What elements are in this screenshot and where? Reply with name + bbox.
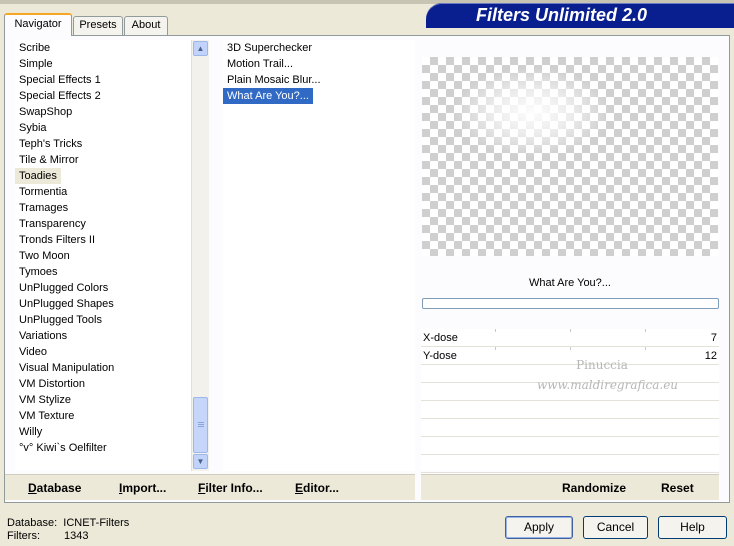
parameter-empty	[421, 419, 719, 437]
category-list[interactable]: Scribe Simple Special Effects 1 Special …	[15, 40, 191, 470]
category-item[interactable]: Two Moon	[15, 248, 74, 264]
parameter-value: 7	[710, 332, 717, 344]
category-item[interactable]: VM Distortion	[15, 376, 89, 392]
category-item[interactable]: SwapShop	[15, 104, 76, 120]
parameter-value: 12	[704, 350, 717, 362]
category-item[interactable]: °v° Kiwi`s Oelfilter	[15, 440, 111, 456]
category-item[interactable]: Teph's Tricks	[15, 136, 86, 152]
category-item[interactable]: Transparency	[15, 216, 90, 232]
parameter-x-dose[interactable]: X-dose 7	[421, 329, 719, 347]
category-item[interactable]: Special Effects 2	[15, 88, 105, 104]
help-button[interactable]: Help	[658, 516, 727, 539]
category-scrollbar[interactable]: ▲ ▼	[191, 40, 209, 471]
category-item[interactable]: Sybia	[15, 120, 51, 136]
filter-item[interactable]: 3D Superchecker	[223, 40, 316, 56]
tab-navigator[interactable]: Navigator	[4, 13, 72, 36]
filter-item[interactable]: Motion Trail...	[223, 56, 297, 72]
right-button-bar: Randomize Reset	[421, 474, 719, 500]
parameter-label: Y-dose	[423, 350, 457, 362]
tab-presets[interactable]: Presets	[73, 16, 123, 35]
parameter-empty	[421, 401, 719, 419]
category-item-selected[interactable]: Toadies	[15, 168, 61, 184]
parameter-empty	[421, 437, 719, 455]
left-button-bar: Database Import... Filter Info... Editor…	[5, 474, 415, 500]
import-button[interactable]: Import...	[119, 481, 166, 495]
filter-list[interactable]: 3D Superchecker Motion Trail... Plain Mo…	[223, 40, 415, 471]
scroll-up-button[interactable]: ▲	[193, 41, 208, 56]
category-item[interactable]: VM Texture	[15, 408, 78, 424]
watermark: Pinuccia www.maldiregrafica.eu	[537, 358, 679, 392]
database-button[interactable]: Database	[28, 481, 81, 495]
category-item[interactable]: UnPlugged Shapes	[15, 296, 118, 312]
category-item[interactable]: UnPlugged Colors	[15, 280, 112, 296]
category-item[interactable]: Simple	[15, 56, 57, 72]
progress-bar	[422, 298, 719, 309]
parameter-label: X-dose	[423, 332, 458, 344]
preview-image	[422, 57, 718, 256]
category-item[interactable]: Tymoes	[15, 264, 62, 280]
category-item[interactable]: Video	[15, 344, 51, 360]
editor-button[interactable]: Editor...	[295, 481, 339, 495]
category-item[interactable]: Tramages	[15, 200, 72, 216]
category-item[interactable]: Variations	[15, 328, 71, 344]
parameter-empty	[421, 455, 719, 473]
category-item[interactable]: UnPlugged Tools	[15, 312, 106, 328]
category-item[interactable]: Tormentia	[15, 184, 71, 200]
preview-glow	[452, 67, 612, 157]
apply-button[interactable]: Apply	[505, 516, 573, 539]
scroll-down-button[interactable]: ▼	[193, 454, 208, 469]
category-item[interactable]: Scribe	[15, 40, 54, 56]
brand-banner: Filters Unlimited 2.0	[426, 3, 734, 28]
cancel-button[interactable]: Cancel	[583, 516, 648, 539]
randomize-button[interactable]: Randomize	[562, 481, 626, 495]
filter-item-selected[interactable]: What Are You?...	[223, 88, 313, 104]
scroll-thumb[interactable]	[193, 397, 208, 453]
category-item[interactable]: Tronds Filters II	[15, 232, 99, 248]
category-item[interactable]: Visual Manipulation	[15, 360, 118, 376]
filter-item[interactable]: Plain Mosaic Blur...	[223, 72, 325, 88]
reset-button[interactable]: Reset	[661, 481, 694, 495]
category-item[interactable]: Special Effects 1	[15, 72, 105, 88]
parameter-area: X-dose 7 Y-dose 12	[421, 329, 719, 473]
category-item[interactable]: Tile & Mirror	[15, 152, 82, 168]
category-item[interactable]: VM Stylize	[15, 392, 75, 408]
tab-about[interactable]: About	[124, 16, 168, 35]
filters-info: Filters: 1343	[7, 530, 89, 542]
category-item[interactable]: Willy	[15, 424, 46, 440]
filter-name-label: What Are You?...	[529, 277, 611, 289]
database-info: Database: ICNET-Filters	[7, 517, 130, 529]
filter-info-button[interactable]: Filter Info...	[198, 481, 263, 495]
